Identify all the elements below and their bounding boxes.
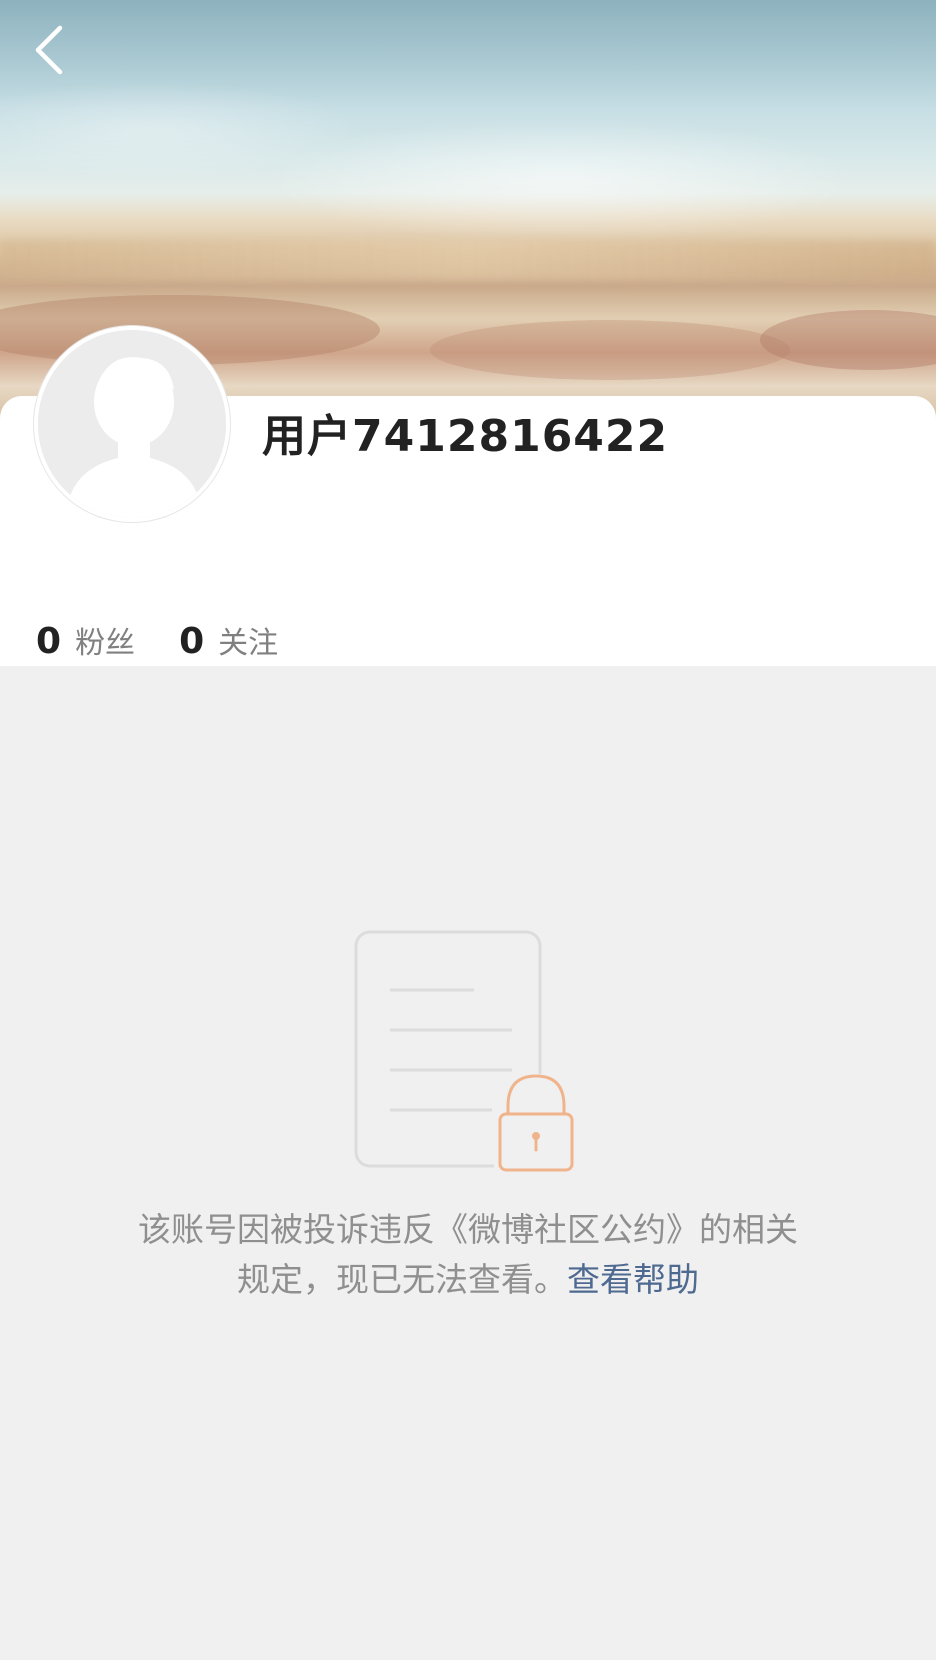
following-count: 0 (179, 621, 205, 662)
followers-count: 0 (36, 621, 62, 662)
followers-label: 粉丝 (75, 626, 136, 661)
locked-document-icon (350, 928, 590, 1188)
following-label: 关注 (218, 626, 279, 661)
profile-stats: 0 粉丝 0 关注 (36, 618, 322, 662)
profile-page: 用户7412816422 0 粉丝 0 关注 该账号因被投诉违反《微博社区公约》… (0, 0, 936, 1660)
chevron-left-icon (35, 25, 63, 75)
avatar[interactable] (34, 326, 230, 522)
message-line-1: 该账号因被投诉违反《微博社区公约》的相关 (138, 1210, 798, 1249)
followers-stat[interactable]: 0 粉丝 (36, 618, 135, 662)
username: 用户7412816422 (262, 411, 669, 462)
following-stat[interactable]: 0 关注 (179, 618, 278, 662)
back-button[interactable] (26, 20, 76, 80)
view-help-link[interactable]: 查看帮助 (567, 1260, 699, 1299)
message-line-2: 规定，现已无法查看。查看帮助 (0, 1255, 936, 1305)
message-line-2-text: 规定，现已无法查看。 (237, 1260, 567, 1299)
account-blocked-message: 该账号因被投诉违反《微博社区公约》的相关 规定，现已无法查看。查看帮助 (0, 1205, 936, 1305)
default-avatar-icon (38, 330, 226, 518)
